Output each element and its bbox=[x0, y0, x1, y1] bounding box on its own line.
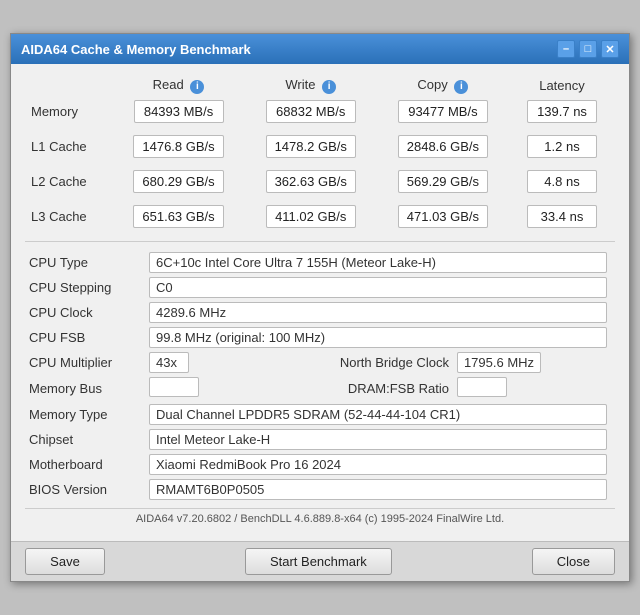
separator-1 bbox=[25, 241, 615, 242]
chipset-row: Chipset Intel Meteor Lake-H bbox=[25, 427, 615, 452]
memory-bus-row: Memory Bus DRAM:FSB Ratio bbox=[25, 375, 615, 402]
copy-value: 569.29 GB/s bbox=[377, 167, 509, 196]
motherboard-label: Motherboard bbox=[25, 452, 145, 477]
memory-bus-label: Memory Bus bbox=[25, 375, 145, 402]
write-value: 68832 MB/s bbox=[245, 97, 377, 126]
row-label: L2 Cache bbox=[25, 167, 112, 196]
row-label: Memory bbox=[25, 97, 112, 126]
copy-info-icon[interactable]: i bbox=[454, 80, 468, 94]
latency-value: 4.8 ns bbox=[509, 167, 615, 196]
read-info-icon[interactable]: i bbox=[190, 80, 204, 94]
memory-bus-value bbox=[149, 377, 199, 397]
cpu-stepping-label: CPU Stepping bbox=[25, 275, 145, 300]
copy-value: 471.03 GB/s bbox=[377, 202, 509, 231]
read-value: 680.29 GB/s bbox=[112, 167, 244, 196]
cpu-clock-row: CPU Clock 4289.6 MHz bbox=[25, 300, 615, 325]
read-value: 84393 MB/s bbox=[112, 97, 244, 126]
bios-value: RMAMT6B0P0505 bbox=[149, 479, 607, 500]
latency-value: 1.2 ns bbox=[509, 132, 615, 161]
dram-fsb-value bbox=[457, 377, 507, 397]
window-title: AIDA64 Cache & Memory Benchmark bbox=[21, 42, 251, 57]
cpu-fsb-row: CPU FSB 99.8 MHz (original: 100 MHz) bbox=[25, 325, 615, 350]
chipset-label: Chipset bbox=[25, 427, 145, 452]
cpu-fsb-value: 99.8 MHz (original: 100 MHz) bbox=[149, 327, 607, 348]
cpu-stepping-value: C0 bbox=[149, 277, 607, 298]
start-benchmark-button[interactable]: Start Benchmark bbox=[245, 548, 392, 575]
write-value: 1478.2 GB/s bbox=[245, 132, 377, 161]
row-label: L3 Cache bbox=[25, 202, 112, 231]
cpu-stepping-row: CPU Stepping C0 bbox=[25, 275, 615, 300]
main-window: AIDA64 Cache & Memory Benchmark – □ ✕ Re… bbox=[10, 33, 630, 582]
nb-clock-value: 1795.6 MHz bbox=[457, 352, 541, 373]
button-bar: Save Start Benchmark Close bbox=[11, 541, 629, 581]
bios-row: BIOS Version RMAMT6B0P0505 bbox=[25, 477, 615, 502]
latency-value: 33.4 ns bbox=[509, 202, 615, 231]
title-bar-buttons: – □ ✕ bbox=[557, 40, 619, 58]
benchmark-row: Memory 84393 MB/s 68832 MB/s 93477 MB/s … bbox=[25, 97, 615, 126]
title-bar: AIDA64 Cache & Memory Benchmark – □ ✕ bbox=[11, 34, 629, 64]
row-label: L1 Cache bbox=[25, 132, 112, 161]
col-header-write: Write i bbox=[245, 74, 377, 97]
chipset-value: Intel Meteor Lake-H bbox=[149, 429, 607, 450]
nb-clock-label: North Bridge Clock bbox=[247, 350, 453, 375]
cpu-multiplier-row: CPU Multiplier 43x North Bridge Clock 17… bbox=[25, 350, 615, 375]
cpu-multiplier-label: CPU Multiplier bbox=[25, 350, 145, 375]
minimize-button[interactable]: – bbox=[557, 40, 575, 58]
col-header-empty bbox=[25, 74, 112, 97]
bios-label: BIOS Version bbox=[25, 477, 145, 502]
latency-value: 139.7 ns bbox=[509, 97, 615, 126]
cpu-fsb-label: CPU FSB bbox=[25, 325, 145, 350]
benchmark-row: L3 Cache 651.63 GB/s 411.02 GB/s 471.03 … bbox=[25, 202, 615, 231]
benchmark-row: L1 Cache 1476.8 GB/s 1478.2 GB/s 2848.6 … bbox=[25, 132, 615, 161]
write-value: 411.02 GB/s bbox=[245, 202, 377, 231]
benchmark-row: L2 Cache 680.29 GB/s 362.63 GB/s 569.29 … bbox=[25, 167, 615, 196]
col-header-read: Read i bbox=[112, 74, 244, 97]
motherboard-row: Motherboard Xiaomi RedmiBook Pro 16 2024 bbox=[25, 452, 615, 477]
col-header-latency: Latency bbox=[509, 74, 615, 97]
close-button[interactable]: ✕ bbox=[601, 40, 619, 58]
benchmark-table: Read i Write i Copy i Latency Memory bbox=[25, 74, 615, 231]
cpu-type-value: 6C+10c Intel Core Ultra 7 155H (Meteor L… bbox=[149, 252, 607, 273]
memory-type-row: Memory Type Dual Channel LPDDR5 SDRAM (5… bbox=[25, 402, 615, 427]
dram-fsb-label: DRAM:FSB Ratio bbox=[247, 375, 453, 402]
memory-type-value: Dual Channel LPDDR5 SDRAM (52-44-44-104 … bbox=[149, 404, 607, 425]
maximize-button[interactable]: □ bbox=[579, 40, 597, 58]
cpu-type-label: CPU Type bbox=[25, 250, 145, 275]
cpu-info-table: CPU Type 6C+10c Intel Core Ultra 7 155H … bbox=[25, 250, 615, 502]
copy-value: 2848.6 GB/s bbox=[377, 132, 509, 161]
cpu-type-row: CPU Type 6C+10c Intel Core Ultra 7 155H … bbox=[25, 250, 615, 275]
memory-type-label: Memory Type bbox=[25, 402, 145, 427]
read-value: 651.63 GB/s bbox=[112, 202, 244, 231]
col-header-copy: Copy i bbox=[377, 74, 509, 97]
main-content: Read i Write i Copy i Latency Memory bbox=[11, 64, 629, 541]
cpu-clock-label: CPU Clock bbox=[25, 300, 145, 325]
close-button-bar[interactable]: Close bbox=[532, 548, 615, 575]
copy-value: 93477 MB/s bbox=[377, 97, 509, 126]
motherboard-value: Xiaomi RedmiBook Pro 16 2024 bbox=[149, 454, 607, 475]
footer-text: AIDA64 v7.20.6802 / BenchDLL 4.6.889.8-x… bbox=[25, 508, 615, 531]
cpu-clock-value: 4289.6 MHz bbox=[149, 302, 607, 323]
cpu-multiplier-value: 43x bbox=[149, 352, 189, 373]
read-value: 1476.8 GB/s bbox=[112, 132, 244, 161]
write-info-icon[interactable]: i bbox=[322, 80, 336, 94]
write-value: 362.63 GB/s bbox=[245, 167, 377, 196]
save-button[interactable]: Save bbox=[25, 548, 105, 575]
